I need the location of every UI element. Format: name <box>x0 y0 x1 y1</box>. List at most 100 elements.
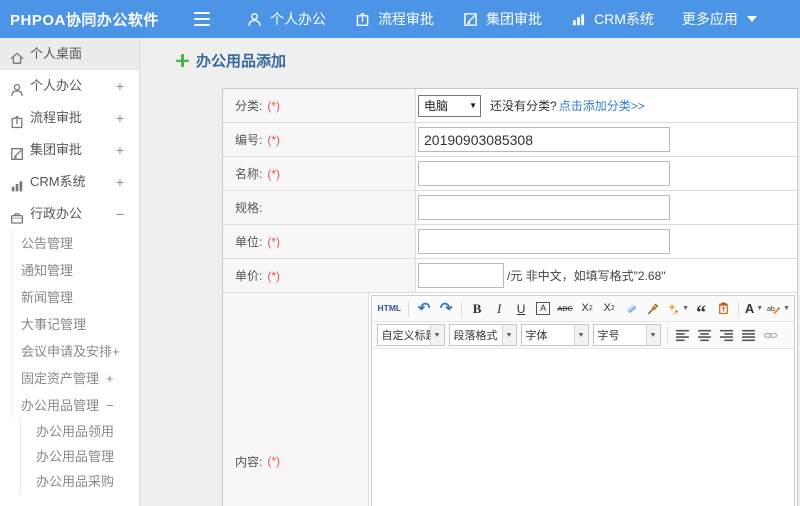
price-label: 单价: <box>235 269 263 283</box>
align-justify-icon[interactable] <box>739 325 759 345</box>
undo[interactable]: ↶ <box>414 299 434 319</box>
caret-down-icon[interactable]: ▼ <box>429 325 444 345</box>
paragraph-select[interactable]: 段落格式 ▼ <box>448 324 517 346</box>
link-icon[interactable] <box>761 325 781 345</box>
sidebar-item-office-supplies-mgmt[interactable]: 办公用品管理 − <box>0 392 139 419</box>
superscript[interactable]: X2 <box>577 299 597 319</box>
heading-select[interactable]: 自定义标题▼ <box>376 324 445 346</box>
expander-icon[interactable]: + <box>116 166 124 198</box>
auto-format-icon[interactable]: ▼ <box>665 299 689 319</box>
sidebar-item-memorabilia-mgmt[interactable]: 大事记管理 <box>0 311 139 338</box>
sidebar-item-label: 大事记管理 <box>21 317 87 332</box>
nav-crm-system[interactable]: CRM系统 <box>556 0 668 38</box>
required-mark: (*) <box>267 454 281 468</box>
dropdown-label: 自定义标题 <box>381 330 430 342</box>
expander-icon[interactable]: + <box>116 134 124 166</box>
dropdown-label: 段落格式 <box>453 330 498 342</box>
spec-label: 规格: <box>235 201 263 215</box>
required-mark: (*) <box>267 268 281 283</box>
form-row-content: 内容: (*) HTML↶↷BIUAABCX2X2▼“A▼ab▼ 自定义标题▼段… <box>223 293 797 506</box>
align-right-icon[interactable] <box>717 325 737 345</box>
briefcase-icon <box>9 206 25 224</box>
subscript[interactable]: X2 <box>599 299 619 319</box>
office-supply-form: 分类: (*) 电脑 ▼ 还没有分类? 点击添加分类>> 编号: (*) 201… <box>222 88 798 506</box>
code-label: 编号: <box>235 133 263 147</box>
nav-label: CRM系统 <box>594 11 654 27</box>
editor-toolbar-row2: 自定义标题▼段落格式▼字体▼字号▼ <box>371 322 794 349</box>
nav-label: 个人办公 <box>270 11 326 27</box>
remove-format[interactable]: A <box>533 299 553 319</box>
phpoa-app: PHPOA协同办公软件 个人办公 流程审批 集团审批 CRM系统 更多应用 个人桌面 个人… <box>0 0 800 506</box>
spec-input[interactable] <box>418 195 670 220</box>
name-input[interactable] <box>418 161 670 186</box>
align-center-icon[interactable] <box>695 325 715 345</box>
code-input[interactable] <box>418 127 670 152</box>
sidebar-item-personal-desktop[interactable]: 个人桌面 <box>0 38 139 70</box>
sidebar-item-label: 办公用品领用 <box>36 424 115 439</box>
sidebar-item-group-approval[interactable]: 集团审批 + <box>0 134 139 166</box>
expander-icon[interactable]: − <box>106 398 114 413</box>
sidebar: 个人桌面 个人办公 + 流程审批 + 集团审批 + CRM系统 + 行政办公 − 公告管理 通知管理 新闻… <box>0 38 140 506</box>
sidebar-item-supplies-claim[interactable]: 办公用品领用 <box>0 419 139 444</box>
nav-personal-office[interactable]: 个人办公 <box>232 0 340 38</box>
unit-input[interactable] <box>418 229 670 254</box>
caret-down-icon[interactable]: ▼ <box>645 325 660 345</box>
sidebar-item-fixed-assets-mgmt[interactable]: 固定资产管理 + <box>0 365 139 392</box>
sidebar-item-personal-office[interactable]: 个人办公 + <box>0 70 139 102</box>
nav-group-approval[interactable]: 集团审批 <box>448 0 556 38</box>
sidebar-item-label: 公告管理 <box>21 236 74 251</box>
toolbar-separator <box>738 300 740 317</box>
add-category-link[interactable]: 点击添加分类>> <box>559 97 645 114</box>
expander-icon[interactable]: + <box>116 70 124 102</box>
highlight-color-icon[interactable]: ab ▼ <box>766 299 790 319</box>
nav-process-approval[interactable]: 流程审批 <box>340 0 448 38</box>
user-icon <box>246 11 263 28</box>
expander-icon[interactable]: − <box>116 198 124 230</box>
unit-label: 单位: <box>235 235 263 249</box>
rich-text-editor: HTML↶↷BIUAABCX2X2▼“A▼ab▼ 自定义标题▼段落格式▼字体▼字… <box>370 295 795 506</box>
format-painter-icon[interactable] <box>643 299 663 319</box>
menu-icon[interactable] <box>194 12 210 26</box>
toolbar-separator <box>408 300 410 317</box>
italic[interactable]: I <box>489 299 509 319</box>
sidebar-item-notice-mgmt[interactable]: 通知管理 <box>0 257 139 284</box>
caret-down-icon[interactable]: ▼ <box>501 325 516 345</box>
bold[interactable]: B <box>467 299 487 319</box>
editor-content[interactable] <box>371 349 794 506</box>
expander-icon[interactable]: + <box>116 102 124 134</box>
category-label: 分类: <box>235 99 263 113</box>
redo[interactable]: ↷ <box>436 299 456 319</box>
page-title: 办公用品添加 <box>176 50 286 71</box>
sidebar-item-announcement-mgmt[interactable]: 公告管理 <box>0 230 139 257</box>
sidebar-item-admin-office[interactable]: 行政办公 − <box>0 198 139 230</box>
expander-icon[interactable]: + <box>106 371 114 386</box>
category-select[interactable]: 电脑 ▼ <box>418 94 481 117</box>
sidebar-item-supplies-purchase[interactable]: 办公用品采购 <box>0 469 139 494</box>
html-source[interactable]: HTML <box>376 299 404 319</box>
required-mark: (*) <box>267 132 281 147</box>
sidebar-item-process-approval[interactable]: 流程审批 + <box>0 102 139 134</box>
price-input[interactable] <box>418 263 504 288</box>
caret-down-icon[interactable]: ▼ <box>573 325 588 345</box>
dropdown-label: 字体 <box>525 330 548 342</box>
strikethrough[interactable]: ABC <box>555 299 575 319</box>
nav-more-apps[interactable]: 更多应用 <box>668 0 771 38</box>
align-left-icon[interactable] <box>673 325 693 345</box>
font-family-select[interactable]: 字体 ▼ <box>520 324 589 346</box>
sidebar-item-label: 集团审批 <box>30 142 83 157</box>
price-hint: /元 非中文，如填写格式"2.68" <box>507 269 666 283</box>
font-color[interactable]: A ▼ <box>744 299 764 319</box>
form-row-code: 编号: (*) <box>223 123 797 157</box>
app-logo[interactable]: PHPOA协同办公软件 <box>0 9 182 30</box>
sidebar-item-crm-system[interactable]: CRM系统 + <box>0 166 139 198</box>
sidebar-item-supplies-manage[interactable]: 办公用品管理 <box>0 444 139 469</box>
form-row-category: 分类: (*) 电脑 ▼ 还没有分类? 点击添加分类>> <box>223 89 797 123</box>
sidebar-item-meeting-request[interactable]: 会议申请及安排+ <box>0 338 139 365</box>
paste-icon[interactable] <box>713 299 733 319</box>
underline[interactable]: U <box>511 299 531 319</box>
sidebar-item-news-mgmt[interactable]: 新闻管理 <box>0 284 139 311</box>
eraser-icon[interactable] <box>621 299 641 319</box>
blockquote[interactable]: “ <box>691 299 711 323</box>
font-size-select[interactable]: 字号 ▼ <box>592 324 661 346</box>
caret-down-icon: ▼ <box>682 305 690 312</box>
